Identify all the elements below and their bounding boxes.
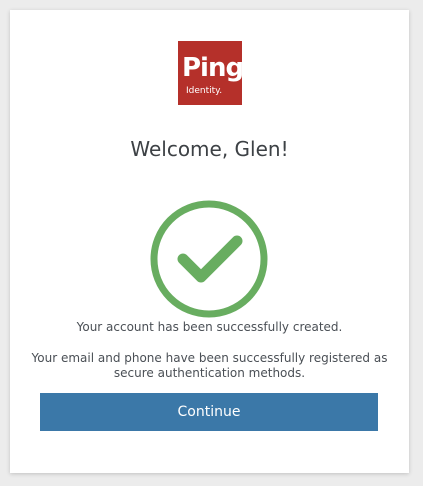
continue-button[interactable]: Continue xyxy=(40,393,378,431)
logo-subtitle: Identity. xyxy=(186,86,223,96)
checkmark-path xyxy=(177,235,243,283)
check-circle-ring xyxy=(150,200,268,318)
registration-success-card: Ping Identity. Welcome, Glen! Your accou… xyxy=(10,10,409,473)
account-created-message: Your account has been successfully creat… xyxy=(76,320,343,334)
success-check-icon xyxy=(150,200,268,318)
methods-registered-message: Your email and phone have been successfu… xyxy=(31,351,388,380)
ping-identity-logo: Ping Identity. xyxy=(178,41,244,105)
check-circle-icon xyxy=(150,200,268,318)
logo-wordmark: Ping xyxy=(182,53,244,83)
welcome-heading: Welcome, Glen! xyxy=(130,137,289,161)
